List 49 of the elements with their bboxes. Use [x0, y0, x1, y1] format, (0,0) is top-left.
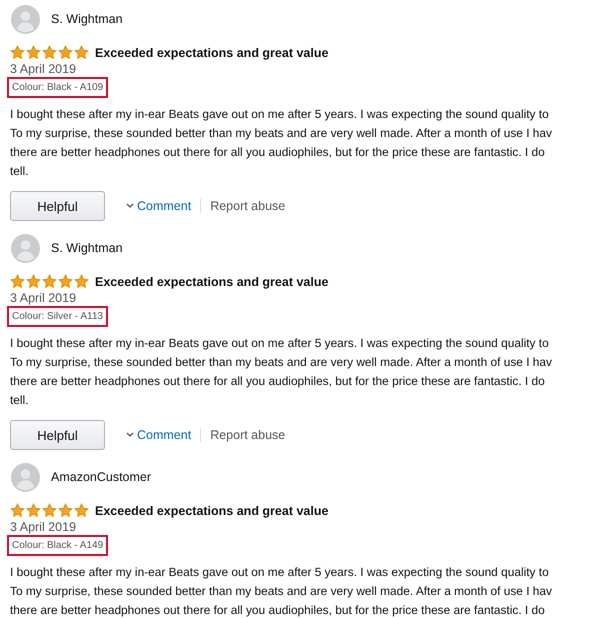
- avatar-icon: [11, 462, 40, 492]
- helpful-button[interactable]: Helpful: [10, 420, 105, 450]
- star-icon: [42, 503, 57, 518]
- variant-label: Colour: Silver - A113: [7, 306, 108, 327]
- review-text: To my surprise, these sounded better than my beats and are very well made. After a month of use I hav: [10, 354, 553, 371]
- review-title: Exceeded expectations and great value: [95, 46, 328, 60]
- star-icon: [10, 503, 25, 518]
- star-icon: [26, 274, 41, 289]
- star-icon: [58, 274, 73, 289]
- review-text: tell.: [10, 163, 30, 180]
- review-text: there are better headphones out there for all you audiophiles, but for the price these are fantastic. I do: [10, 602, 546, 618]
- comment-link[interactable]: Comment: [126, 199, 202, 213]
- review-text: To my surprise, these sounded better than my beats and are very well made. After a month of use I hav: [10, 125, 553, 142]
- star-icon: [74, 45, 89, 60]
- star-icon: [74, 503, 89, 518]
- review-text: there are better headphones out there for all you audiophiles, but for the price these are fantastic. I do: [10, 144, 546, 161]
- star-icon: [42, 45, 57, 60]
- star-icon: [58, 45, 73, 60]
- reviewer-name: S. Wightman: [51, 12, 123, 26]
- review-title: Exceeded expectations and great value: [95, 504, 328, 518]
- review-text: To my surprise, these sounded better than my beats and are very well made. After a month of use I hav: [10, 583, 553, 600]
- helpful-button[interactable]: Helpful: [10, 191, 105, 221]
- variant-label: Colour: Black - A149: [7, 535, 108, 556]
- avatar-icon: [11, 4, 40, 34]
- star-icon: [10, 45, 25, 60]
- avatar-icon: [11, 234, 40, 262]
- review-date: 3 April 2019: [10, 291, 78, 306]
- comment-link[interactable]: Comment: [126, 428, 202, 442]
- caret-icon: [126, 432, 134, 438]
- star-icon: [74, 274, 89, 289]
- report-abuse-link[interactable]: Report abuse: [210, 428, 286, 442]
- review-text: tell.: [10, 392, 30, 409]
- star-icon: [10, 274, 25, 289]
- review-text: I bought these after my in-ear Beats gave out on me after 5 years. I was expecting the sound quality to: [10, 564, 550, 581]
- star-icon: [26, 503, 41, 518]
- review-text: there are better headphones out there for all you audiophiles, but for the price these are fantastic. I do: [10, 373, 546, 390]
- star-icon: [26, 45, 41, 60]
- review-text: I bought these after my in-ear Beats gave out on me after 5 years. I was expecting the sound quality to: [10, 106, 550, 123]
- star-icon: [42, 274, 57, 289]
- report-abuse-link[interactable]: Report abuse: [210, 199, 286, 213]
- reviewer-name: AmazonCustomer: [51, 470, 152, 484]
- caret-icon: [126, 203, 134, 209]
- review-title: Exceeded expectations and great value: [95, 274, 328, 288]
- variant-label: Colour: Black - A109: [7, 77, 108, 98]
- review-date: 3 April 2019: [10, 520, 78, 535]
- review-date: 3 April 2019: [10, 62, 78, 77]
- reviewer-name: S. Wightman: [51, 241, 123, 255]
- star-icon: [58, 503, 73, 518]
- review-text: I bought these after my in-ear Beats gave out on me after 5 years. I was expecting the sound quality to: [10, 335, 550, 352]
